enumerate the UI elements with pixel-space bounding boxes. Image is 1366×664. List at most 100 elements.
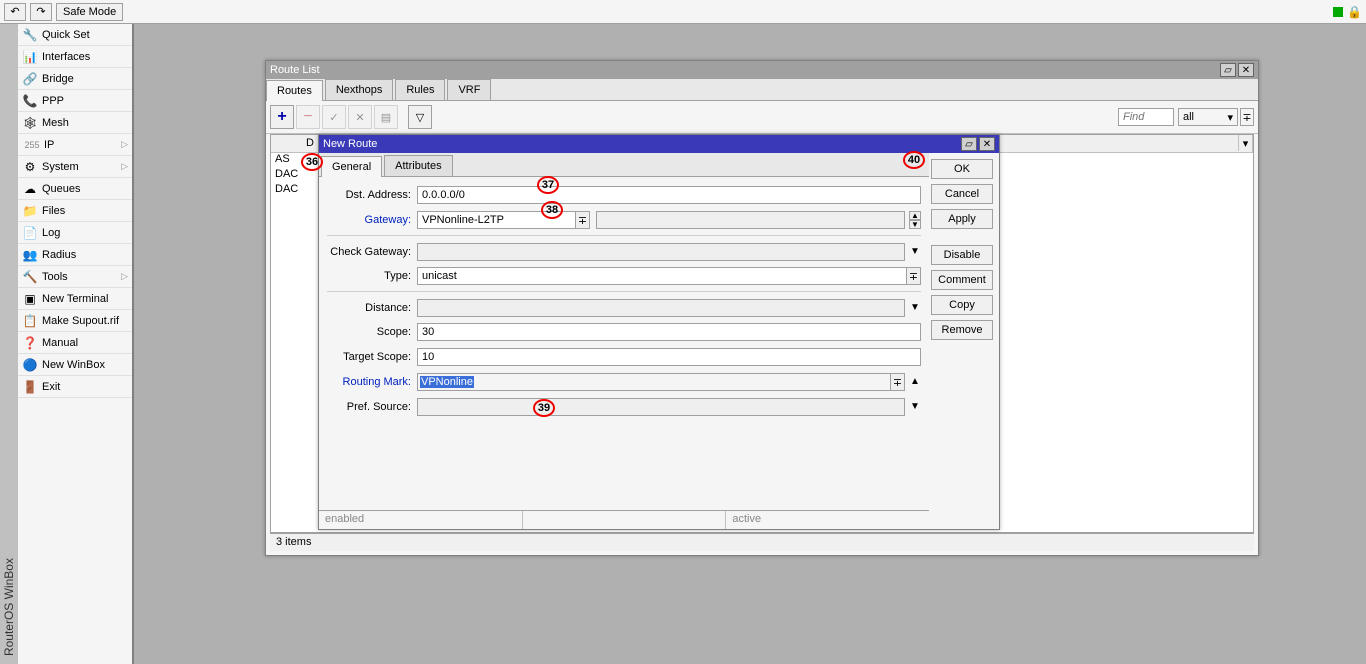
gateway-dropdown[interactable]: ∓ — [576, 211, 590, 229]
new-route-status: enabled active — [319, 510, 929, 529]
comment-button[interactable]: Comment — [931, 270, 993, 290]
tab-nexthops[interactable]: Nexthops — [325, 79, 393, 100]
new-route-form: Dst. Address: Gateway: ∓ ▲▼ Check Gatewa… — [319, 177, 929, 510]
sidebar-item-files[interactable]: 📁Files — [18, 200, 132, 222]
target-scope-input[interactable] — [417, 348, 921, 366]
ppp-icon: 📞 — [22, 93, 38, 109]
top-toolbar: ↶ ↷ Safe Mode 🔒 — [0, 0, 1366, 24]
tab-vrf[interactable]: VRF — [447, 79, 491, 100]
new-route-tabs: General Attributes — [319, 153, 929, 177]
sidebar-item-exit[interactable]: 🚪Exit — [18, 376, 132, 398]
type-input[interactable] — [417, 267, 907, 285]
check-gateway-label: Check Gateway: — [327, 246, 417, 258]
pref-source-input[interactable] — [417, 398, 905, 416]
filter-dropdown[interactable]: all▾ — [1178, 108, 1238, 126]
radius-icon: 👥 — [22, 247, 38, 263]
pref-source-expand[interactable]: ▼ — [909, 401, 921, 413]
supout-icon: 📋 — [22, 313, 38, 329]
copy-button[interactable]: Copy — [931, 295, 993, 315]
target-scope-label: Target Scope: — [327, 351, 417, 363]
find-input[interactable] — [1118, 108, 1174, 126]
distance-label: Distance: — [327, 302, 417, 314]
route-list-tabs: Routes Nexthops Rules VRF — [266, 79, 1258, 101]
tab-routes[interactable]: Routes — [266, 80, 323, 101]
tab-attributes[interactable]: Attributes — [384, 155, 452, 176]
status-mid — [523, 511, 727, 529]
gateway-input[interactable] — [417, 211, 576, 229]
sidebar-item-mesh[interactable]: 🕸Mesh — [18, 112, 132, 134]
tools-icon: 🔨 — [22, 269, 38, 285]
safe-mode-button[interactable]: Safe Mode — [56, 3, 123, 21]
tab-rules[interactable]: Rules — [395, 79, 445, 100]
route-list-titlebar[interactable]: Route List ▱ ✕ — [266, 61, 1258, 79]
check-gateway-expand[interactable]: ▼ — [909, 246, 921, 258]
chevron-right-icon: ▷ — [121, 139, 128, 150]
log-icon: 📄 — [22, 225, 38, 241]
routing-mark-collapse[interactable]: ▲ — [909, 376, 921, 388]
sidebar-item-bridge[interactable]: 🔗Bridge — [18, 68, 132, 90]
close-button[interactable]: ✕ — [979, 137, 995, 151]
tab-general[interactable]: General — [321, 156, 382, 177]
col-flags[interactable]: D — [271, 135, 319, 152]
minimize-button[interactable]: ▱ — [961, 137, 977, 151]
system-icon: ⚙ — [22, 159, 38, 175]
scope-input[interactable] — [417, 323, 921, 341]
new-route-buttons: 40 OK Cancel Apply Disable Comment Copy … — [929, 153, 999, 529]
sidebar-item-queues[interactable]: ☁Queues — [18, 178, 132, 200]
ok-button[interactable]: OK — [931, 159, 993, 179]
add-button[interactable]: + — [270, 105, 294, 129]
mesh-icon: 🕸 — [22, 115, 38, 131]
minimize-button[interactable]: ▱ — [1220, 63, 1236, 77]
header-dropdown[interactable]: ▾ — [1238, 135, 1252, 151]
quickset-icon: 🔧 — [22, 27, 38, 43]
files-icon: 📁 — [22, 203, 38, 219]
apply-button[interactable]: Apply — [931, 209, 993, 229]
sidebar-item-supout[interactable]: 📋Make Supout.rif — [18, 310, 132, 332]
ip-icon: 255 — [24, 137, 40, 153]
gateway-label: Gateway: — [327, 214, 417, 226]
sidebar-item-terminal[interactable]: ▣New Terminal — [18, 288, 132, 310]
vertical-title-bar: RouterOS WinBox — [0, 24, 18, 664]
scope-label: Scope: — [327, 326, 417, 338]
routing-mark-dropdown[interactable]: ∓ — [891, 373, 905, 391]
new-route-title: New Route — [323, 138, 959, 150]
sidebar-item-log[interactable]: 📄Log — [18, 222, 132, 244]
gateway-down-button[interactable]: ▼ — [909, 220, 921, 229]
enable-button[interactable]: ✓ — [322, 105, 346, 129]
sidebar-item-winbox[interactable]: 🔵New WinBox — [18, 354, 132, 376]
terminal-icon: ▣ — [22, 291, 38, 307]
type-dropdown[interactable]: ∓ — [907, 267, 921, 285]
sidebar-item-ppp[interactable]: 📞PPP — [18, 90, 132, 112]
status-indicator — [1333, 7, 1343, 17]
sidebar-item-system[interactable]: ⚙System▷ — [18, 156, 132, 178]
remove-button[interactable]: Remove — [931, 320, 993, 340]
comment-button[interactable]: ▤ — [374, 105, 398, 129]
disable-button[interactable]: ✕ — [348, 105, 372, 129]
dst-label: Dst. Address: — [327, 189, 417, 201]
sidebar-item-quickset[interactable]: 🔧Quick Set — [18, 24, 132, 46]
check-gateway-input[interactable] — [417, 243, 905, 261]
sidebar-item-manual[interactable]: ❓Manual — [18, 332, 132, 354]
sidebar-item-interfaces[interactable]: 📊Interfaces — [18, 46, 132, 68]
disable-button[interactable]: Disable — [931, 245, 993, 265]
gateway-up-button[interactable]: ▲ — [909, 211, 921, 220]
cancel-button[interactable]: Cancel — [931, 184, 993, 204]
sidebar-item-tools[interactable]: 🔨Tools▷ — [18, 266, 132, 288]
distance-input[interactable] — [417, 299, 905, 317]
remove-button[interactable]: − — [296, 105, 320, 129]
manual-icon: ❓ — [22, 335, 38, 351]
filter-extra-dropdown[interactable]: ∓ — [1240, 108, 1254, 126]
sidebar-item-ip[interactable]: 255IP▷ — [18, 134, 132, 156]
status-active: active — [726, 511, 929, 529]
gateway-status-input[interactable] — [596, 211, 905, 229]
queues-icon: ☁ — [22, 181, 38, 197]
sidebar-item-radius[interactable]: 👥Radius — [18, 244, 132, 266]
redo-button[interactable]: ↷ — [30, 3, 52, 21]
routing-mark-input[interactable]: VPNonline — [417, 373, 891, 391]
undo-button[interactable]: ↶ — [4, 3, 26, 21]
new-route-titlebar[interactable]: New Route ▱ ✕ — [319, 135, 999, 153]
filter-button[interactable]: ▽ — [408, 105, 432, 129]
close-button[interactable]: ✕ — [1238, 63, 1254, 77]
dst-address-input[interactable] — [417, 186, 921, 204]
distance-expand[interactable]: ▼ — [909, 302, 921, 314]
